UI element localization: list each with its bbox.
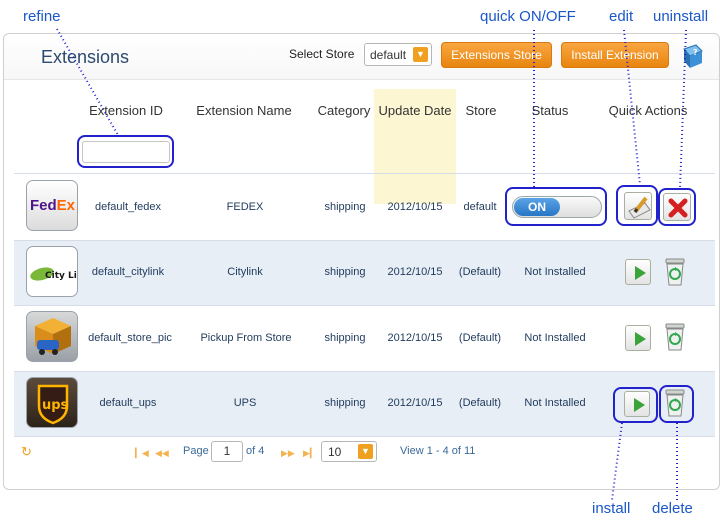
annotation-delete: delete — [652, 500, 693, 517]
svg-text:?: ? — [693, 48, 698, 57]
install-extension-button[interactable]: Install Extension — [561, 42, 669, 68]
svg-text:City Link: City Link — [45, 271, 78, 281]
extension-update-date: 2012/10/15 — [387, 397, 443, 409]
play-icon — [635, 266, 646, 280]
pager-summary: View 1 - 4 of 11 — [400, 445, 476, 457]
store-pickup-icon — [26, 311, 78, 362]
extension-category: shipping — [324, 397, 366, 409]
column-header-store[interactable]: Store — [462, 103, 500, 118]
column-header-category[interactable]: Category — [315, 103, 373, 118]
install-button[interactable] — [625, 325, 651, 351]
extension-id: default_ups — [99, 397, 157, 409]
extension-name: FEDEX — [226, 201, 264, 213]
extension-category: shipping — [324, 332, 366, 344]
chevron-down-icon: ▼ — [413, 47, 428, 62]
extension-status: Not Installed — [524, 266, 586, 278]
annotation-quick-onoff: quick ON/OFF — [480, 8, 576, 25]
rows-per-page-value: 10 — [328, 445, 342, 459]
fedex-logo: FedEx — [26, 180, 78, 231]
chevron-down-icon: ▼ — [358, 444, 373, 459]
next-page-icon[interactable]: ▶▶ — [281, 448, 295, 459]
help-book-icon[interactable]: ? — [680, 43, 704, 69]
page-count-label: of 4 — [246, 445, 265, 457]
table-bottom-divider — [14, 436, 715, 437]
extensions-store-button[interactable]: Extensions Store — [441, 42, 552, 68]
extension-category: shipping — [324, 201, 366, 213]
extension-status: Not Installed — [524, 397, 586, 409]
extension-name: Citylink — [227, 266, 263, 278]
uninstall-highlight-box — [658, 188, 696, 226]
store-select[interactable]: default ▼ — [364, 43, 432, 66]
extension-name: UPS — [233, 397, 257, 409]
extension-id: default_fedex — [94, 201, 162, 213]
annotation-install: install — [592, 500, 631, 517]
extension-store: default — [463, 201, 497, 213]
play-icon — [635, 332, 646, 346]
extension-update-date: 2012/10/15 — [387, 266, 443, 278]
quick-onoff-highlight-box — [505, 187, 607, 226]
page-title: Extensions — [41, 47, 130, 67]
svg-text:ups: ups — [42, 398, 69, 413]
recycle-bin-icon[interactable] — [662, 322, 688, 352]
install-highlight-box — [613, 387, 658, 423]
recycle-bin-icon[interactable] — [662, 257, 688, 287]
last-page-icon[interactable]: ▶▎ — [303, 448, 317, 459]
extension-id: default_store_pic — [88, 332, 172, 344]
store-select-value: default — [370, 48, 407, 62]
edit-highlight-box — [616, 185, 658, 226]
prev-page-icon[interactable]: ◀◀ — [155, 448, 169, 459]
column-header-quick-actions: Quick Actions — [608, 103, 688, 118]
column-header-update-date[interactable]: Update Date — [376, 103, 454, 118]
install-button[interactable] — [625, 259, 651, 285]
extension-category: shipping — [324, 266, 366, 278]
ups-logo: ups — [26, 377, 78, 428]
select-store-label: Select Store — [289, 47, 355, 61]
extension-update-date: 2012/10/15 — [387, 201, 443, 213]
citylink-logo: City Link — [26, 246, 78, 297]
rows-per-page-select[interactable]: 10 ▼ — [321, 441, 377, 462]
page-label: Page — [183, 445, 209, 457]
extension-store: (Default) — [458, 332, 502, 344]
annotation-refine: refine — [23, 8, 61, 25]
refresh-icon[interactable]: ↻ — [21, 445, 35, 459]
extension-store: (Default) — [458, 266, 502, 278]
annotation-uninstall: uninstall — [653, 8, 709, 25]
column-header-extension-name[interactable]: Extension Name — [192, 103, 296, 118]
delete-highlight-box — [659, 385, 694, 423]
extension-update-date: 2012/10/15 — [387, 332, 443, 344]
column-header-extension-id[interactable]: Extension ID — [86, 103, 166, 118]
annotation-edit: edit — [609, 8, 634, 25]
extension-status: Not Installed — [524, 332, 586, 344]
page-number-input[interactable]: 1 — [211, 441, 243, 462]
extension-name: Pickup From Store — [200, 332, 292, 344]
extension-id: default_citylink — [91, 266, 165, 278]
refine-highlight-box — [77, 135, 174, 168]
first-page-icon[interactable]: ▎◀ — [135, 448, 149, 459]
column-header-status[interactable]: Status — [525, 103, 575, 118]
extension-store: (Default) — [458, 397, 502, 409]
